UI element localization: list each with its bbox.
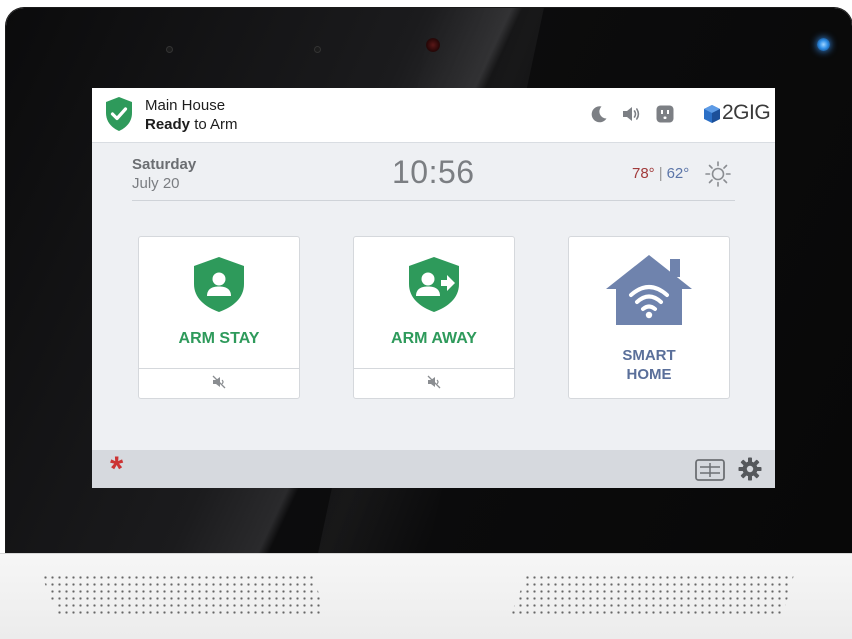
smart-home-label-line1: SMART <box>622 347 676 364</box>
temp-high: 78° <box>632 165 655 182</box>
location-name[interactable]: Main House <box>145 97 225 114</box>
emergency-button[interactable]: * <box>110 452 123 486</box>
day-label: Saturday <box>132 156 197 173</box>
camera-lens <box>426 38 440 52</box>
arm-away-label: ARM AWAY <box>391 330 477 347</box>
speaker-grille-right <box>510 574 795 616</box>
smart-home-label: SMART HOME <box>569 346 729 384</box>
outlet-icon[interactable] <box>655 104 675 124</box>
gear-icon[interactable] <box>738 457 762 481</box>
arm-status[interactable]: Ready to Arm <box>145 116 238 133</box>
mute-icon[interactable] <box>211 374 227 390</box>
sensor-hole-left <box>166 46 173 53</box>
date-label: July 20 <box>132 175 180 192</box>
speaker-icon[interactable] <box>621 104 641 124</box>
sun-icon[interactable] <box>704 160 732 188</box>
smart-home-tile[interactable]: SMART HOME <box>568 236 730 399</box>
brand-name: 2GIG <box>722 101 771 124</box>
shield-user-arrow-icon <box>409 257 459 312</box>
shield-check-icon[interactable] <box>104 96 134 132</box>
header-divider <box>132 200 735 201</box>
arm-stay-tile[interactable]: ARM STAY <box>138 236 300 399</box>
clock: 10:56 <box>392 154 475 190</box>
tile-separator <box>139 368 299 369</box>
shield-user-icon <box>194 257 244 312</box>
arm-status-bold: Ready <box>145 116 191 133</box>
status-bar: Main House Ready to Arm 2GIG <box>92 88 775 143</box>
moon-icon[interactable] <box>589 104 609 124</box>
arm-away-tile[interactable]: ARM AWAY <box>353 236 515 399</box>
temp-low: 62° <box>666 165 690 182</box>
wifi-house-icon <box>606 255 692 325</box>
arm-status-rest: to Arm <box>190 116 238 133</box>
speaker-base <box>0 553 852 639</box>
mute-icon[interactable] <box>426 374 442 390</box>
speaker-grille-left <box>40 574 325 616</box>
touchscreen: Main House Ready to Arm 2GIG Saturday Ju… <box>92 88 775 488</box>
bottom-bar: * <box>92 450 775 488</box>
smart-home-label-line2: HOME <box>626 366 672 383</box>
sensor-hole-right <box>314 46 321 53</box>
status-led <box>817 38 830 51</box>
temp-separator: | <box>658 165 663 182</box>
temperature-readout[interactable]: 78° | 62° <box>632 165 689 182</box>
arm-stay-label: ARM STAY <box>178 330 260 347</box>
brand-cube-icon <box>704 105 720 123</box>
keypad-icon[interactable] <box>695 459 725 481</box>
tile-separator <box>354 368 514 369</box>
